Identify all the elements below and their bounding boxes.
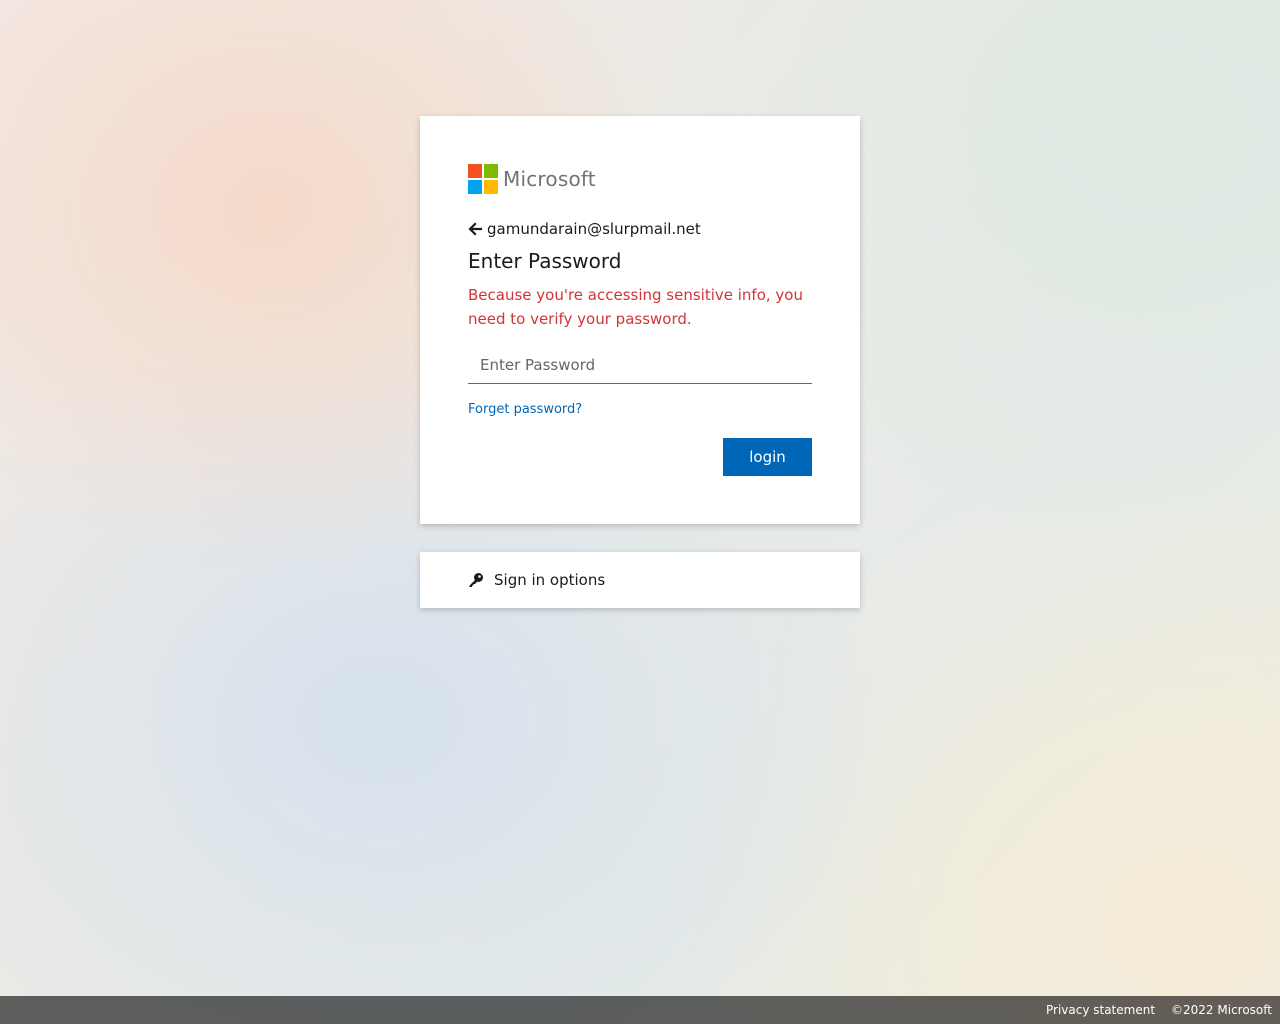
sign-in-card: Microsoft gamundarain@slurpmail.net Ente… bbox=[420, 116, 860, 524]
forgot-password-link[interactable]: Forget password? bbox=[468, 402, 582, 417]
password-input[interactable] bbox=[468, 346, 812, 384]
copyright-text: ©2022 Microsoft bbox=[1171, 1003, 1272, 1017]
page-title: Enter Password bbox=[468, 249, 622, 273]
sign-in-options-label: Sign in options bbox=[494, 571, 606, 589]
arrow-left-icon bbox=[468, 222, 482, 236]
login-button[interactable]: login bbox=[723, 438, 812, 476]
account-email: gamundarain@slurpmail.net bbox=[487, 220, 701, 238]
key-icon bbox=[468, 572, 484, 588]
error-message: Because you're accessing sensitive info,… bbox=[468, 286, 803, 328]
brand-name: Microsoft bbox=[503, 167, 596, 191]
microsoft-logo-icon bbox=[468, 164, 498, 194]
back-to-account-button[interactable]: gamundarain@slurpmail.net bbox=[468, 220, 701, 238]
microsoft-logo: Microsoft bbox=[468, 164, 596, 194]
sign-in-options-button[interactable]: Sign in options bbox=[420, 552, 860, 608]
privacy-statement-link[interactable]: Privacy statement bbox=[1046, 1003, 1155, 1017]
footer: Privacy statement ©2022 Microsoft bbox=[0, 996, 1280, 1024]
